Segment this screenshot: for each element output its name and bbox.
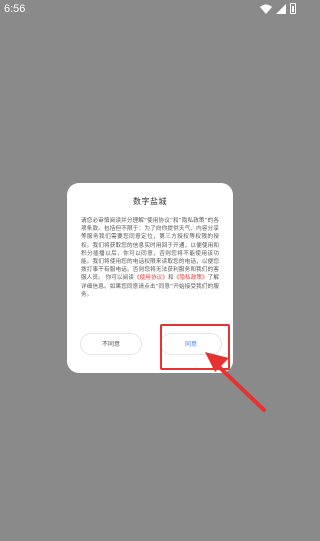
status-icons [260, 3, 296, 14]
dialog-body: 请您必审慎阅读并分理解“使用协议”和“隐私政策”的各项条款。包括但不限于：为了向… [81, 217, 219, 299]
agree-highlight-box [160, 324, 230, 370]
signal-icon [276, 3, 286, 14]
battery-icon [290, 3, 296, 14]
privacy-policy-link[interactable]: 《隐私政策》 [174, 275, 208, 281]
disagree-button[interactable]: 不同意 [80, 333, 142, 355]
terms-link[interactable]: 《使用协议》 [134, 275, 168, 281]
dialog-body-text: 请您必审慎阅读并分理解“使用协议”和“隐私政策”的各项条款。包括但不限于：为了向… [81, 218, 219, 282]
status-bar: 6:56 [0, 0, 300, 20]
status-time: 6:56 [4, 3, 26, 15]
wifi-icon [260, 4, 272, 14]
dialog-title: 数字盐城 [133, 197, 167, 206]
dialog-body-text-2: 你可以阅读 [105, 275, 134, 282]
